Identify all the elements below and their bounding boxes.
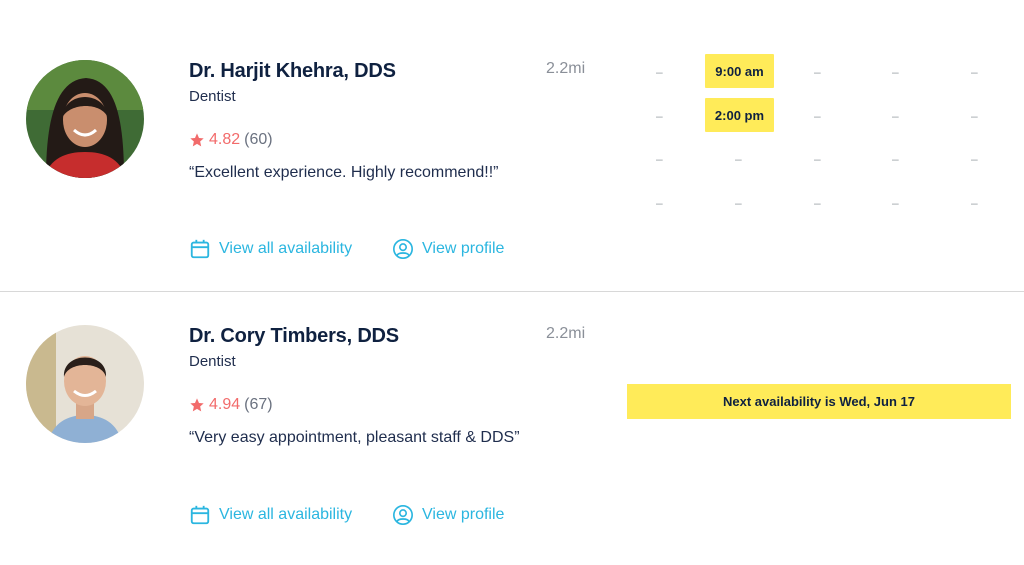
empty-slot: – xyxy=(814,65,821,79)
view-all-availability-link[interactable]: View all availability xyxy=(189,238,352,260)
provider-name[interactable]: Dr. Harjit Khehra, DDS xyxy=(189,60,396,83)
view-profile-link[interactable]: View profile xyxy=(392,238,504,260)
empty-slot: – xyxy=(892,196,899,210)
star-icon xyxy=(190,398,204,412)
empty-slot: – xyxy=(814,109,821,123)
user-circle-icon xyxy=(393,505,413,525)
rating-value: 4.94 xyxy=(209,396,241,413)
empty-slot: – xyxy=(892,65,899,79)
user-circle-icon xyxy=(393,239,413,259)
next-availability-button[interactable]: Next availability is Wed, Jun 17 xyxy=(627,384,1011,419)
calendar-icon xyxy=(190,239,210,259)
view-profile-link[interactable]: View profile xyxy=(392,504,504,526)
rating: 4.94 (67) xyxy=(189,396,273,414)
view-all-availability-label: View all availability xyxy=(219,240,353,257)
rating: 4.82 (60) xyxy=(189,131,273,149)
avatar[interactable] xyxy=(26,325,144,443)
time-slot[interactable]: 2:00 pm xyxy=(705,98,774,132)
rating-count: (60) xyxy=(244,131,273,148)
provider-card: Dr. Cory Timbers, DDS Dentist 4.94 (67) … xyxy=(0,292,1024,565)
empty-slot: – xyxy=(735,196,742,210)
provider-card: Dr. Harjit Khehra, DDS Dentist 4.82 (60)… xyxy=(0,0,1024,292)
provider-specialty: Dentist xyxy=(189,353,236,370)
empty-slot: – xyxy=(656,109,663,123)
empty-slot: – xyxy=(656,65,663,79)
empty-slot: – xyxy=(971,196,978,210)
review-quote: “Excellent experience. Highly recommend!… xyxy=(189,164,499,181)
star-icon xyxy=(190,133,204,147)
distance: 2.2mi xyxy=(546,325,586,342)
empty-slot: – xyxy=(971,152,978,166)
avatar[interactable] xyxy=(26,60,144,178)
rating-count: (67) xyxy=(244,396,273,413)
empty-slot: – xyxy=(656,196,663,210)
empty-slot: – xyxy=(892,109,899,123)
empty-slot: – xyxy=(971,65,978,79)
distance: 2.2mi xyxy=(546,60,586,77)
view-profile-label: View profile xyxy=(422,506,505,523)
review-quote: “Very easy appointment, pleasant staff &… xyxy=(189,429,520,446)
time-slot[interactable]: 9:00 am xyxy=(705,54,774,88)
view-profile-label: View profile xyxy=(422,240,505,257)
view-all-availability-label: View all availability xyxy=(219,506,353,523)
view-all-availability-link[interactable]: View all availability xyxy=(189,504,352,526)
provider-name[interactable]: Dr. Cory Timbers, DDS xyxy=(189,325,399,348)
empty-slot: – xyxy=(656,152,663,166)
empty-slot: – xyxy=(892,152,899,166)
empty-slot: – xyxy=(735,152,742,166)
calendar-icon xyxy=(190,505,210,525)
empty-slot: – xyxy=(971,109,978,123)
provider-specialty: Dentist xyxy=(189,88,236,105)
empty-slot: – xyxy=(814,196,821,210)
rating-value: 4.82 xyxy=(209,131,241,148)
empty-slot: – xyxy=(814,152,821,166)
